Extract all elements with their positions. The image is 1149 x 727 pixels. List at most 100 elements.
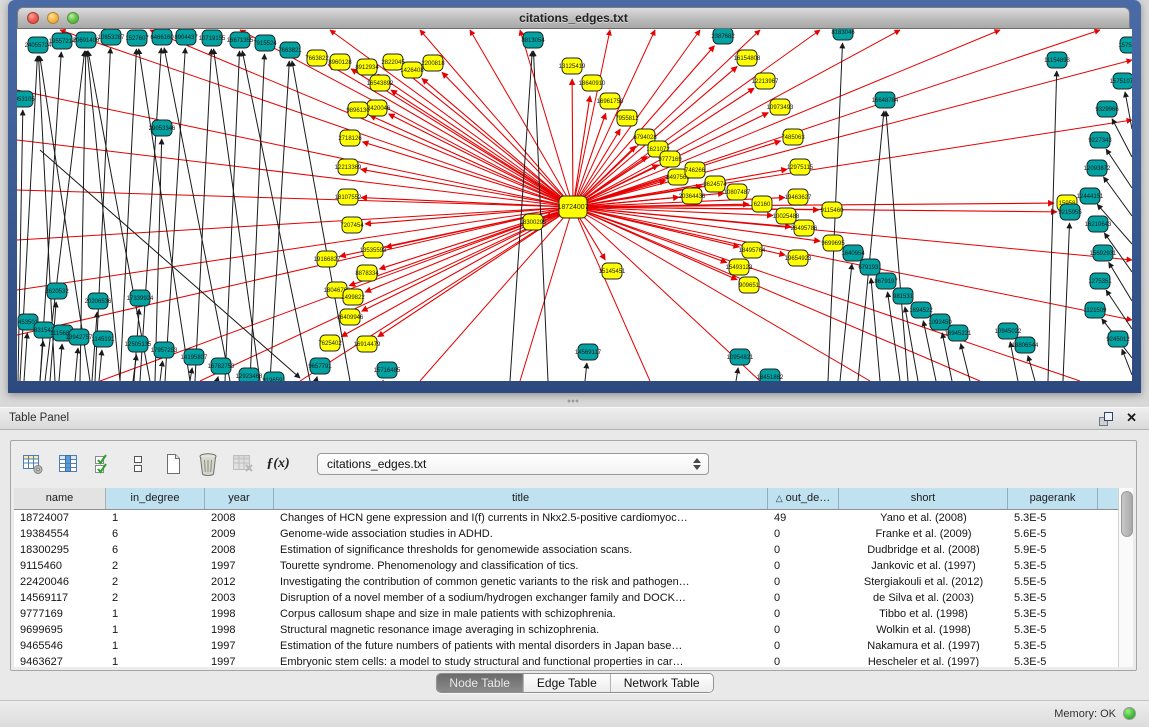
graph-node[interactable]: 16210643 [1085, 216, 1112, 232]
new-document-icon[interactable] [161, 452, 185, 476]
close-window-button[interactable] [27, 12, 39, 24]
graph-node[interactable]: 2718126 [338, 130, 362, 146]
graph-node[interactable]: 1694522 [909, 302, 933, 318]
graph-node[interactable]: 19463627 [785, 189, 812, 205]
tab-node-table[interactable]: Node Table [436, 674, 523, 692]
reference-edge[interactable] [1122, 349, 1132, 375]
network-canvas[interactable]: 1872400718300295131254191864091016961758… [17, 29, 1132, 381]
graph-node[interactable]: 9245012 [1106, 331, 1130, 347]
reference-edge[interactable] [840, 264, 852, 381]
window-titlebar[interactable]: citations_edges.txt [17, 7, 1130, 29]
zoom-window-button[interactable] [67, 12, 79, 24]
graph-node[interactable]: 8878334 [355, 265, 379, 281]
graph-node[interactable]: 9227343 [1088, 132, 1112, 148]
column-header-title[interactable]: title [274, 488, 768, 509]
table-select-combobox[interactable]: citations_edges.txt [317, 453, 709, 475]
graph-node[interactable]: 20206536 [85, 293, 112, 309]
graph-node[interactable]: 7663822 [305, 50, 329, 66]
tab-edge-table[interactable]: Edge Table [523, 674, 610, 692]
graph-node[interactable]: 16154808 [734, 50, 761, 66]
graph-node[interactable]: 8960128 [328, 54, 352, 70]
graph-node[interactable]: 10973493 [767, 99, 794, 115]
citation-edge[interactable] [573, 207, 727, 263]
reference-edge[interactable] [736, 368, 738, 381]
graph-node[interactable]: 62160 [752, 196, 772, 212]
graph-node[interactable]: 12093872 [1084, 160, 1111, 176]
table-row[interactable]: 1872400712008Changes of HCN gene express… [14, 510, 1120, 526]
reference-edge[interactable] [888, 292, 900, 381]
reference-edge[interactable] [316, 377, 317, 381]
graph-node[interactable]: 15716485 [374, 362, 401, 378]
column-header-short[interactable]: short [839, 488, 1008, 509]
column-header-name[interactable]: name [14, 488, 106, 509]
column-header-year[interactable]: year [205, 488, 274, 509]
citation-edge[interactable] [370, 115, 573, 207]
table-row[interactable]: 2242004622012Investigating the contribut… [14, 574, 1120, 590]
graph-node[interactable]: 909651 [739, 277, 760, 293]
citation-edge[interactable] [572, 79, 573, 207]
reference-edge[interactable] [1103, 177, 1132, 216]
graph-node[interactable]: 10807487 [724, 184, 751, 200]
graph-node[interactable]: 1145191 [92, 331, 116, 347]
graph-node[interactable]: 1527607 [125, 30, 149, 46]
graph-node[interactable]: 2387682 [711, 29, 735, 44]
row-height-icon[interactable] [126, 452, 150, 476]
reference-edge[interactable] [24, 333, 27, 381]
graph-node[interactable]: 1640954 [841, 245, 865, 261]
graph-node[interactable]: 10853287 [98, 29, 125, 45]
table-vertical-scrollbar[interactable] [1118, 488, 1133, 667]
graph-node[interactable]: 7915524 [253, 35, 277, 51]
reference-edge[interactable] [59, 344, 62, 381]
close-panel-icon[interactable]: ✕ [1126, 410, 1137, 426]
graph-node[interactable]: 16782753 [208, 358, 235, 374]
table-row[interactable]: 969969511998Structural magnetic resonanc… [14, 622, 1120, 638]
graph-node[interactable]: 11154898 [1044, 52, 1070, 68]
graph-node[interactable]: 9896130 [346, 102, 370, 118]
graph-node[interactable]: 18806544 [1012, 337, 1039, 353]
graph-node[interactable]: 6466160 [150, 29, 174, 45]
table-row[interactable]: 977716911998Corpus callosum shape and si… [14, 606, 1120, 622]
graph-node[interactable]: 20691406 [73, 32, 100, 48]
graph-node[interactable]: 16648784 [872, 92, 899, 108]
graph-node[interactable]: 19166827 [314, 251, 341, 267]
reference-edge[interactable] [1063, 223, 1070, 381]
graph-node[interactable]: 9699695 [821, 235, 845, 251]
graph-node[interactable]: 1575107 [1118, 37, 1132, 53]
graph-node[interactable]: 18640910 [579, 75, 606, 91]
graph-node[interactable]: 9657791 [308, 358, 332, 374]
graph-node[interactable]: 7485063 [781, 129, 805, 145]
reference-edge[interactable] [1112, 119, 1132, 157]
graph-node[interactable]: 12444151 [1077, 188, 1104, 204]
column-header-indegree[interactable]: in_degree [106, 488, 205, 509]
reference-edge[interactable] [961, 344, 970, 381]
column-header-pagerank[interactable]: pagerank [1008, 488, 1098, 509]
reference-edge[interactable] [160, 361, 163, 381]
reference-edge[interactable] [1106, 290, 1132, 329]
citation-edge[interactable] [391, 90, 573, 207]
reference-edge[interactable] [250, 54, 265, 381]
graph-node[interactable]: 10945022 [995, 323, 1022, 339]
graph-node[interactable]: 7625402 [318, 335, 342, 351]
graph-node[interactable]: 10954821 [727, 349, 754, 365]
reference-edge[interactable] [190, 368, 192, 381]
graph-node[interactable]: 2200818 [421, 55, 445, 71]
graph-node[interactable]: 7955812 [615, 110, 639, 126]
graph-node[interactable]: 13125419 [559, 58, 586, 74]
graph-node[interactable]: 13535593 [360, 242, 387, 258]
select-rows-icon[interactable] [91, 452, 115, 476]
graph-node[interactable]: 6791931 [858, 259, 882, 275]
citation-edge[interactable] [403, 70, 573, 207]
graph-node[interactable]: 12505135 [125, 336, 152, 352]
reference-edge[interactable] [871, 278, 880, 381]
tab-network-table[interactable]: Network Table [610, 674, 713, 692]
graph-node[interactable]: 7207454 [340, 217, 364, 233]
show-column-icon[interactable] [56, 452, 80, 476]
graph-node[interactable]: 1275351 [1088, 273, 1112, 289]
reference-edge[interactable] [217, 377, 218, 381]
graph-node[interactable]: 2620532 [45, 283, 69, 299]
graph-node[interactable]: 8904437 [174, 29, 198, 45]
reference-edge[interactable] [75, 348, 78, 381]
table-row[interactable]: 1456911722003Disruption of a novel membe… [14, 590, 1120, 606]
column-header-outde[interactable]: △out_de… [768, 488, 839, 509]
graph-node[interactable]: 14195807 [181, 349, 208, 365]
